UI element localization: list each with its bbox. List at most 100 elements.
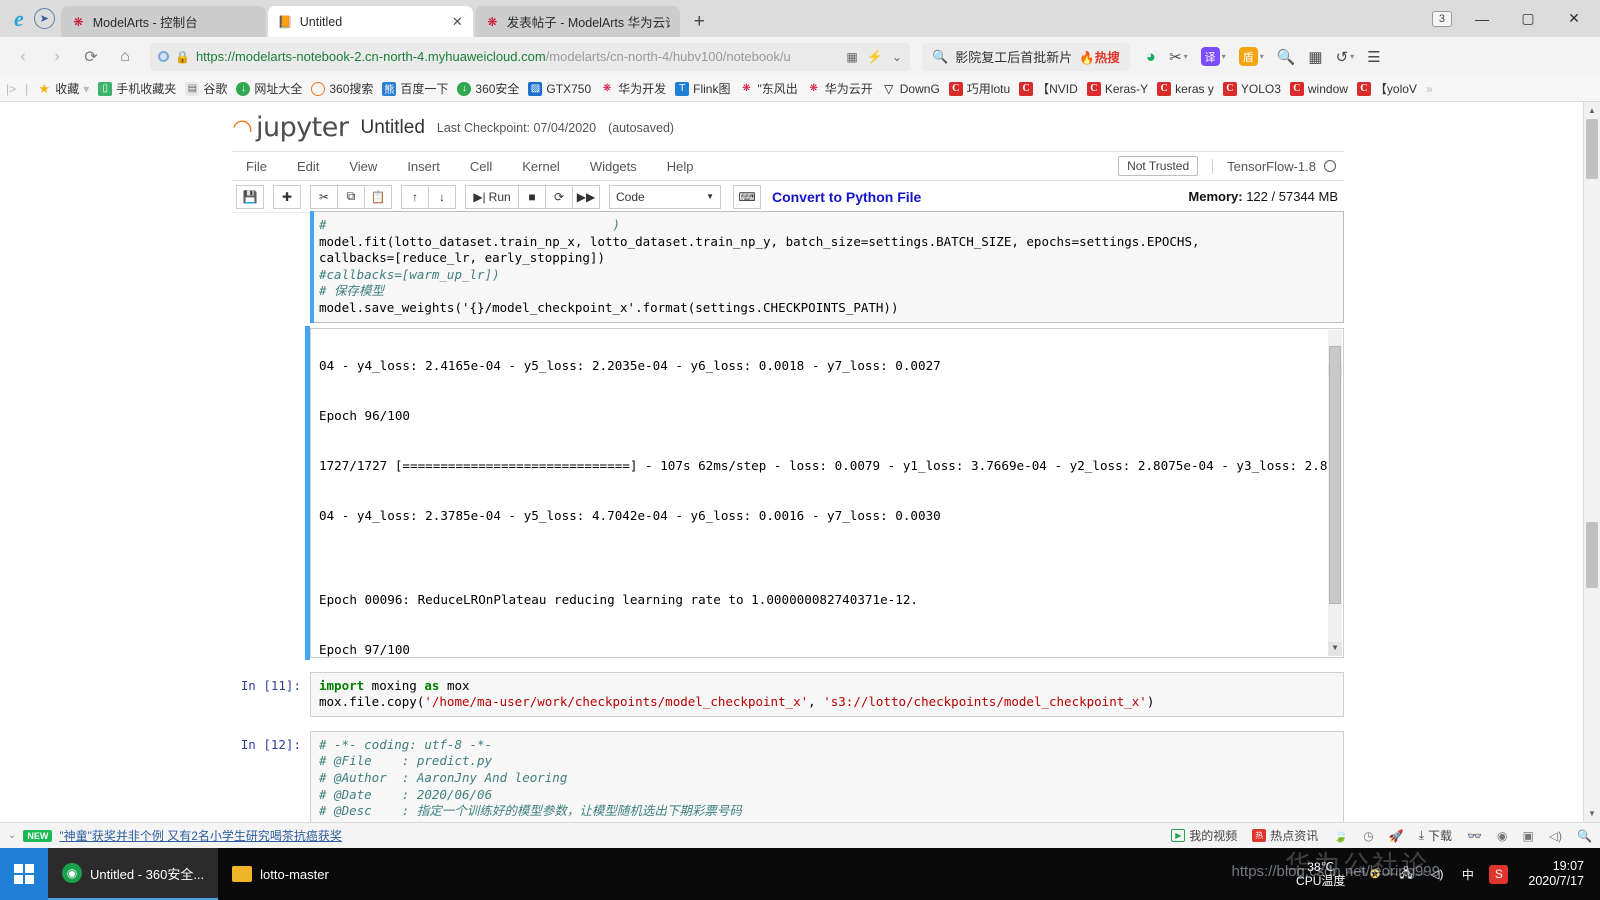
bookmark-keras[interactable]: Ckeras y — [1157, 81, 1214, 96]
home-icon[interactable]: ⌂ — [110, 42, 140, 72]
close-icon[interactable]: ✕ — [1552, 0, 1596, 37]
volume-icon[interactable]: ◁) — [1427, 865, 1446, 884]
copy-cells-button[interactable]: ⧉ — [337, 184, 365, 209]
menu-insert[interactable]: Insert — [407, 159, 440, 174]
bookmark-yolov[interactable]: C 【yoloV — [1356, 80, 1417, 97]
bookmark-360-safe[interactable]: ↓ 360安全 — [457, 80, 519, 97]
menu-widgets[interactable]: Widgets — [590, 159, 637, 174]
bookmark-baidu[interactable]: 熊百度一下 — [382, 80, 448, 97]
cut-cells-button[interactable]: ✂ — [310, 184, 338, 209]
trust-status-badge[interactable]: Not Trusted — [1118, 156, 1199, 176]
leaf-icon[interactable]: 🍃 — [1333, 829, 1348, 843]
chevron-down-icon[interactable]: ▾ — [83, 82, 89, 96]
menu-file[interactable]: File — [246, 159, 267, 174]
address-bar[interactable]: 🔒 https://modelarts-notebook-2.cn-north-… — [150, 42, 910, 71]
scissors-icon[interactable]: ✂ ▾ — [1169, 48, 1188, 66]
bookmark-flink[interactable]: T Flink图 — [675, 80, 730, 97]
bookmark-nvidia[interactable]: C 【NVID — [1019, 80, 1078, 97]
save-button[interactable]: 💾 — [236, 184, 264, 209]
bookmark-360-search[interactable]: 360搜索 — [311, 80, 373, 97]
menu-cell[interactable]: Cell — [470, 159, 492, 174]
restart-kernel-button[interactable]: ⟳ — [545, 184, 573, 209]
scroll-up-icon[interactable]: ▲ — [1584, 102, 1600, 119]
shield-green-icon[interactable]: ✪ — [1365, 865, 1384, 884]
browser-tab-untitled[interactable]: 📙 Untitled ✕ — [267, 6, 473, 37]
restart-run-all-button[interactable]: ▶▶ — [572, 184, 600, 209]
forward-icon[interactable]: › — [42, 42, 72, 72]
glasses-icon[interactable]: 👓 — [1467, 829, 1482, 843]
lightning-icon[interactable]: ⚡ — [867, 49, 883, 65]
volume-icon[interactable]: ◁) — [1549, 829, 1562, 843]
download-button[interactable]: ⤓ 下载 — [1419, 827, 1452, 844]
input-method-icon[interactable]: 中 — [1458, 865, 1477, 884]
scroll-down-icon[interactable]: ▼ — [1328, 641, 1342, 656]
paste-cells-button[interactable]: 📋 — [364, 184, 392, 209]
code-editor[interactable]: # ) model.fit(lotto_dataset.train_np_x, … — [310, 211, 1344, 323]
hot-news-button[interactable]: 热热点资讯 — [1252, 827, 1318, 844]
search-icon[interactable]: 🔍 — [1577, 829, 1592, 843]
status-news[interactable]: ⌄ NEW "神童"获奖并非个例 又有2名小学生研究喝茶抗癌获奖 — [8, 827, 342, 844]
history-back-icon[interactable]: ↺ ▾ — [1336, 48, 1355, 66]
rocket-icon[interactable]: 🚀 — [1389, 829, 1404, 843]
bookmark-yolo3[interactable]: C YOLO3 — [1222, 81, 1281, 96]
jupyter-logo[interactable]: ◠ jupyter — [229, 112, 349, 144]
output-scrollbar[interactable]: ▲ ▼ — [1328, 329, 1342, 656]
code-editor[interactable]: import moxing as mox mox.file.copy('/hom… — [310, 671, 1344, 717]
interrupt-kernel-button[interactable]: ■ — [518, 184, 546, 209]
my-video-button[interactable]: ▶ 我的视频 — [1171, 827, 1237, 844]
menu-view[interactable]: View — [349, 159, 377, 174]
bookmark-favorites[interactable]: ★ 收藏 ▾ — [37, 80, 89, 97]
compass-icon[interactable]: ➤ — [33, 8, 55, 29]
search-box[interactable]: 🔍 影院复工后首批新片 🔥热搜 — [922, 42, 1130, 71]
minimize-icon[interactable]: — — [1460, 0, 1504, 37]
bookmark-huawei-cloud[interactable]: ❋ 华为云开 — [807, 80, 873, 97]
cell-type-select[interactable]: Code ▼ — [609, 184, 721, 209]
output-scrollbar-thumb[interactable] — [1329, 345, 1341, 604]
insert-cell-below-button[interactable]: ✚ — [273, 184, 301, 209]
bookmark-lotus[interactable]: C 巧用lotu — [948, 80, 1010, 97]
bookmark-huawei-dev[interactable]: ❋ 华为开发 — [600, 80, 666, 97]
taskbar-clock[interactable]: 19:07 2020/7/17 — [1528, 859, 1584, 889]
menu-kernel[interactable]: Kernel — [522, 159, 560, 174]
taskbar-app-folder[interactable]: lotto-master — [218, 848, 343, 900]
site-info-icon[interactable] — [158, 51, 169, 62]
page-scrollbar-thumb[interactable] — [1586, 119, 1598, 179]
page-scrollbar-thumb-secondary[interactable] — [1586, 522, 1598, 588]
run-button[interactable]: ▶| Run — [465, 184, 519, 209]
page-scrollbar[interactable]: ▲ ▼ — [1583, 102, 1600, 822]
code-cell-12[interactable]: In [12]: # -*- coding: utf-8 -*- # @File… — [232, 730, 1344, 822]
chevron-down-icon[interactable]: ⌄ — [892, 50, 902, 64]
code-cell-top[interactable]: # ) model.fit(lotto_dataset.train_np_x, … — [232, 211, 1344, 323]
shield-icon[interactable]: 盾 ▾ — [1238, 47, 1264, 66]
code-cell-11[interactable]: In [11]: import moxing as mox mox.file.c… — [232, 671, 1344, 717]
bookmark-mobile-favorites[interactable]: ▯ 手机收藏夹 — [98, 80, 176, 97]
clock-icon[interactable]: ◷ — [1363, 829, 1373, 843]
command-palette-button[interactable]: ⌨ — [733, 184, 761, 209]
green-book-icon[interactable]: ◕ — [1146, 47, 1156, 67]
tab-close-button[interactable]: ✕ — [452, 14, 463, 30]
cpu-temperature-widget[interactable]: 38℃ CPU温度 — [1296, 860, 1345, 888]
move-cell-up-button[interactable]: ↑ — [401, 184, 429, 209]
reload-icon[interactable]: ⟳ — [76, 42, 106, 72]
news-headline-link[interactable]: "神童"获奖并非个例 又有2名小学生研究喝茶抗癌获奖 — [59, 827, 342, 844]
magnifier-icon[interactable]: 🔍 — [1277, 48, 1296, 66]
swirl-icon[interactable]: ◉ — [1497, 829, 1507, 843]
qr-code-icon[interactable]: ▦ — [846, 50, 857, 64]
move-cell-down-button[interactable]: ↓ — [428, 184, 456, 209]
back-icon[interactable]: ‹ — [8, 42, 38, 72]
bookmarks-overflow-left[interactable]: |> — [6, 82, 16, 96]
search-input[interactable]: 影院复工后首批新片 — [955, 47, 1072, 66]
windows-start-button[interactable] — [0, 848, 48, 900]
notebook-title[interactable]: Untitled — [360, 117, 424, 139]
red-app-icon[interactable]: S — [1489, 864, 1509, 884]
bookmark-keras-y[interactable]: C Keras-Y — [1086, 81, 1148, 96]
convert-to-python-file-button[interactable]: Convert to Python File — [772, 189, 921, 205]
menu-edit[interactable]: Edit — [297, 159, 319, 174]
kernel-indicator[interactable]: TensorFlow-1.8 — [1212, 158, 1336, 174]
taskbar-app-browser[interactable]: ◉ Untitled - 360安全... — [48, 848, 219, 900]
bookmark-dongfeng[interactable]: ❋ "东风出 — [739, 80, 797, 97]
scroll-down-icon[interactable]: ▼ — [1584, 805, 1600, 822]
bookmark-google[interactable]: ▤ 谷歌 — [185, 80, 227, 97]
menu-help[interactable]: Help — [667, 159, 694, 174]
network-icon[interactable]: 🖧 — [1396, 865, 1415, 884]
